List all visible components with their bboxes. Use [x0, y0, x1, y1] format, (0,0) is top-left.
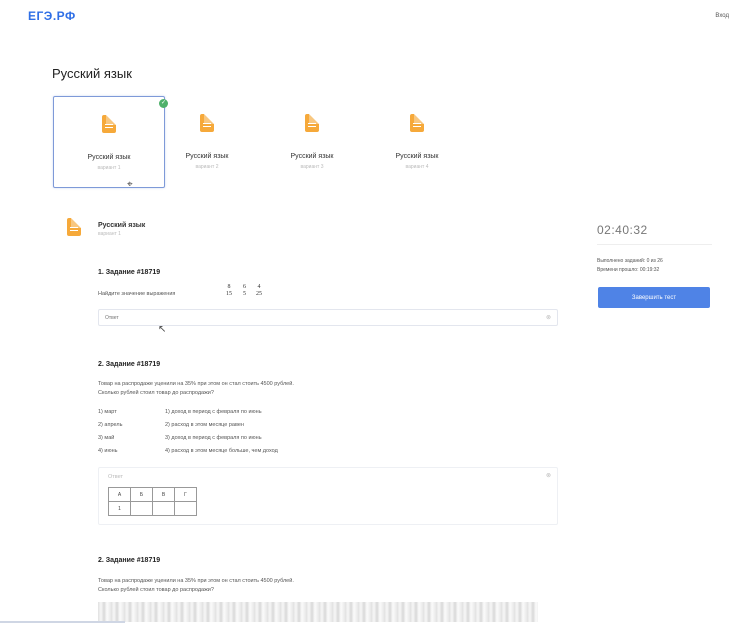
- cursor-icon: ↖: [158, 324, 167, 335]
- login-link[interactable]: Вход: [715, 13, 729, 19]
- variant-card-3[interactable]: Русский язык вариант 3: [257, 96, 367, 186]
- time-elapsed-stat: Времени прошло: 00:19:32: [597, 267, 660, 273]
- timer-divider: [597, 244, 712, 245]
- grid-answer-cell[interactable]: [174, 501, 197, 516]
- variant-card-label: Русский язык: [185, 153, 229, 160]
- match-right-item: 2) расход в этом месяце равен: [165, 422, 244, 428]
- answer-placeholder: Ответ: [108, 474, 124, 480]
- clear-icon[interactable]: ⊗: [546, 314, 551, 321]
- fraction-numerator: 6: [243, 284, 246, 290]
- task-text-line: Товар на распродаже уценили на 35% при э…: [98, 578, 294, 584]
- answer-grid[interactable]: А Б В Г 1: [108, 487, 197, 516]
- match-right-item: 4) расход в этом месяце больше, чем дохо…: [165, 448, 278, 454]
- fraction: 4 25: [256, 284, 262, 298]
- fraction-denominator: 25: [256, 291, 262, 297]
- match-right-item: 1) доход в период с февраля по июнь: [165, 409, 262, 415]
- variant-card-2[interactable]: Русский язык вариант 2: [152, 96, 262, 186]
- test-timer: 02:40:32: [597, 223, 648, 237]
- match-left-item: 2) апрель: [98, 422, 123, 428]
- variant-card-label: Русский язык: [290, 153, 334, 160]
- tasks-done-stat: Выполнено заданий: 0 из 26: [597, 258, 663, 264]
- fraction: 8 15: [226, 284, 232, 298]
- grid-answer-cell[interactable]: [130, 501, 153, 516]
- fraction: 6 5: [243, 284, 246, 298]
- page-progress-line: [0, 621, 125, 623]
- document-icon: [200, 114, 214, 132]
- match-left-item: 4) июнь: [98, 448, 118, 454]
- task-text-line: Сколько рублей стоил товар до распродажи…: [98, 587, 214, 593]
- match-left-item: 3) май: [98, 435, 115, 441]
- match-right-item: 3) доход в период с февраля по июнь: [165, 435, 262, 441]
- grid-answer-cell[interactable]: 1: [108, 501, 131, 516]
- document-icon: [305, 114, 319, 132]
- task-title: 2. Задание #18719: [98, 361, 161, 368]
- grid-answer-cell[interactable]: [152, 501, 175, 516]
- task-image-strip: [98, 602, 538, 622]
- fraction-denominator: 15: [226, 291, 232, 297]
- document-icon: [102, 115, 116, 133]
- task-title: 2. Задание #18719: [98, 557, 161, 564]
- document-icon: [410, 114, 424, 132]
- finish-test-button[interactable]: Завершить тест: [598, 287, 710, 308]
- variant-card-1[interactable]: ✓ Русский язык вариант 1: [53, 96, 168, 188]
- grid-header-cell: Г: [174, 487, 197, 502]
- page-title: Русский язык: [52, 66, 132, 81]
- subject-title: Русский язык: [98, 222, 146, 229]
- fraction-numerator: 8: [227, 284, 231, 290]
- document-icon: [67, 218, 81, 236]
- grid-header-cell: Б: [130, 487, 153, 502]
- variant-card-4[interactable]: Русский язык вариант 4: [362, 96, 472, 186]
- subject-subtitle: вариант 1: [98, 231, 121, 237]
- clear-icon[interactable]: ⊗: [546, 472, 551, 479]
- fraction-denominator: 5: [243, 291, 246, 297]
- variant-card-sub: вариант 3: [300, 164, 324, 170]
- variant-card-label: Русский язык: [395, 153, 439, 160]
- match-left-item: 1) март: [98, 409, 117, 415]
- task-text-line: Товар на распродаже уценили на 35% при э…: [98, 381, 294, 387]
- variant-card-sub: вариант 2: [195, 164, 219, 170]
- task-prompt: Найдите значение выражения: [98, 291, 176, 297]
- cursor-icon: ⌖: [127, 179, 133, 190]
- site-logo[interactable]: ЕГЭ.РФ: [28, 9, 76, 23]
- fraction-numerator: 4: [257, 284, 261, 290]
- variant-card-sub: вариант 1: [97, 165, 121, 171]
- variant-card-sub: вариант 4: [405, 164, 429, 170]
- variant-card-label: Русский язык: [87, 154, 131, 161]
- task-title: 1. Задание #18719: [98, 269, 161, 276]
- answer-input[interactable]: [98, 309, 558, 326]
- task-text-line: Сколько рублей стоил товар до распродажи…: [98, 390, 214, 396]
- grid-header-cell: В: [152, 487, 175, 502]
- grid-header-cell: А: [108, 487, 131, 502]
